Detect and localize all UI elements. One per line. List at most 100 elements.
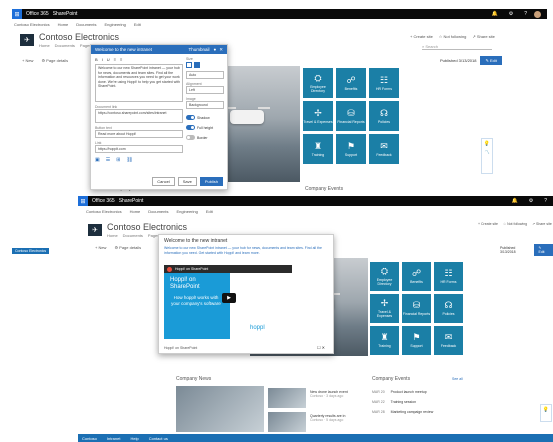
cancel-button[interactable]: Cancel <box>152 177 175 186</box>
quick-link-tile[interactable]: ☊ Policies <box>434 294 463 323</box>
subnav-item[interactable]: Home <box>130 209 141 214</box>
site-link[interactable]: Home <box>39 43 50 48</box>
brand-label[interactable]: Office 365 <box>26 11 49 17</box>
subnav-item[interactable]: Engineering <box>104 22 125 27</box>
quick-link-tile[interactable]: ✢ Travel & Expenses <box>370 294 399 323</box>
site-logo-icon[interactable]: ✈ <box>88 224 102 236</box>
image-icon[interactable]: ▣ <box>95 157 100 163</box>
create-site-button[interactable]: + Create site <box>410 34 433 39</box>
notifications-icon[interactable]: 🔔 <box>492 11 498 17</box>
publish-button[interactable]: Publish <box>199 177 223 186</box>
quick-link-tile[interactable]: ♜ Training <box>370 326 399 355</box>
quick-link-tile[interactable]: ✉ Feedback <box>434 326 463 355</box>
site-link[interactable]: Documents <box>123 233 143 238</box>
settings-icon[interactable]: ⚙ <box>509 11 513 17</box>
subnav-item[interactable]: Home <box>58 22 69 27</box>
full-height-toggle[interactable] <box>186 125 195 130</box>
link-field[interactable]: https://contoso.sharepoint.com/sites/int… <box>95 109 183 123</box>
new-button[interactable]: + New <box>22 58 33 63</box>
save-button[interactable]: Save <box>177 177 197 186</box>
quick-link-tile[interactable]: ✢ Travel & Expenses <box>303 101 333 131</box>
footer-link[interactable]: Intranet <box>107 436 121 441</box>
italic-button[interactable]: I <box>102 57 103 62</box>
product-label[interactable]: SharePoint <box>119 198 144 204</box>
share-site-button[interactable]: ↗ Share site <box>472 34 494 39</box>
news-item[interactable]: Quarterly results are in Contoso · 5 day… <box>310 414 360 422</box>
subnav-item[interactable]: Edit <box>134 22 141 27</box>
quick-link-tile[interactable]: ☍ Benefits <box>402 262 431 291</box>
page-details-button[interactable]: ⚙ Page details <box>41 58 68 63</box>
align-button[interactable]: ≡ <box>114 57 116 62</box>
app-launcher-icon[interactable]: ⊞ <box>78 196 88 206</box>
events-see-all-link[interactable]: See all <box>452 377 463 381</box>
news-thumb-image[interactable] <box>268 388 306 408</box>
site-link[interactable]: Documents <box>55 43 75 48</box>
event-item[interactable]: MAR 28 Marketing campaign review <box>372 410 433 414</box>
table-icon[interactable]: ⊞ <box>116 157 120 163</box>
notifications-icon[interactable]: 🔔 <box>512 198 518 204</box>
site-logo-icon[interactable]: ✈ <box>20 34 34 46</box>
help-icon[interactable]: ? <box>524 11 527 17</box>
quick-link-tile[interactable]: ✉ Feedback <box>369 134 399 164</box>
quick-link-tile[interactable]: ⚑ Support <box>402 326 431 355</box>
video-player[interactable]: Hoppl! on SharePoint Hoppl! on SharePoin… <box>164 265 292 339</box>
lightbulb-icon[interactable]: 💡 <box>543 407 549 413</box>
quick-link-tile[interactable]: ☷ HR Forms <box>434 262 463 291</box>
follow-button[interactable]: ☆ Not following <box>439 34 467 39</box>
list-icon[interactable]: ☰ <box>106 157 110 163</box>
quick-link-tile[interactable]: ☍ Benefits <box>336 68 366 98</box>
lightbulb-icon[interactable]: 💡 <box>484 141 490 147</box>
help-icon[interactable]: ? <box>544 198 547 204</box>
chart-icon[interactable]: 〽 <box>484 149 489 156</box>
quick-link-tile[interactable]: ☊ Policies <box>369 101 399 131</box>
popup-close-icon[interactable]: ☐ ✕ <box>317 345 325 350</box>
body-text-field[interactable]: Welcome to our new SharePoint intranet —… <box>95 64 183 102</box>
list-button[interactable]: ≡ <box>120 57 122 62</box>
edit-button[interactable]: ✎ Edit <box>480 56 502 65</box>
alignment-select[interactable]: Left <box>186 86 224 94</box>
panel-toggle-icon[interactable]: ● <box>214 47 217 52</box>
search-box[interactable]: ⌕ Search <box>422 44 492 50</box>
layout-option-icon[interactable] <box>186 62 192 68</box>
shadow-toggle[interactable] <box>186 115 195 120</box>
left-site-badge[interactable]: Contoso Electronics <box>12 248 50 254</box>
image-select[interactable]: Background <box>186 101 224 109</box>
subnav-item[interactable]: Edit <box>206 209 213 214</box>
quick-link-tile[interactable]: ☷ HR Forms <box>369 68 399 98</box>
layout-option-icon[interactable] <box>194 62 200 68</box>
footer-link[interactable]: Help <box>130 436 138 441</box>
quick-link-tile[interactable]: ⛭ Employee Directory <box>303 68 333 98</box>
follow-button[interactable]: ☆ Not following <box>503 222 527 226</box>
subnav-item[interactable]: Contoso Electronics <box>14 22 50 27</box>
share-site-button[interactable]: ↗ Share site <box>532 222 552 226</box>
page-details-button[interactable]: ⚙ Page details <box>114 245 141 250</box>
event-item[interactable]: MAR 20 Product launch meetup <box>372 390 433 394</box>
quick-link-tile[interactable]: ⚑ Support <box>336 134 366 164</box>
news-thumb-image[interactable] <box>268 412 306 432</box>
link-icon[interactable]: ⛓ <box>126 157 132 163</box>
footer-link[interactable]: Contact us <box>149 436 168 441</box>
settings-icon[interactable]: ⚙ <box>529 198 533 204</box>
brand-label[interactable]: Office 365 <box>92 198 115 204</box>
underline-button[interactable]: U <box>107 57 110 62</box>
subnav-item[interactable]: Engineering <box>176 209 197 214</box>
news-feature-image[interactable] <box>176 386 264 432</box>
subnav-item[interactable]: Documents <box>148 209 168 214</box>
play-icon[interactable]: ▶ <box>222 293 236 303</box>
quick-link-tile[interactable]: ⛁ Financial Reports <box>336 101 366 131</box>
event-item[interactable]: MAR 22 Training session <box>372 400 433 404</box>
site-title[interactable]: Contoso Electronics <box>107 222 187 232</box>
footer-link[interactable]: Contoso <box>82 436 97 441</box>
button-text-field[interactable]: Read more about Hoppl! <box>95 130 183 138</box>
url-field[interactable]: https://hopplt.com <box>95 145 183 153</box>
news-item[interactable]: New drone launch event Contoso · 3 days … <box>310 390 360 398</box>
product-label[interactable]: SharePoint <box>53 11 78 17</box>
edit-button[interactable]: ✎ Edit <box>533 244 553 256</box>
subnav-item[interactable]: Documents <box>76 22 96 27</box>
close-icon[interactable]: ✕ <box>219 47 223 53</box>
border-toggle[interactable] <box>186 135 195 140</box>
quick-link-tile[interactable]: ♜ Training <box>303 134 333 164</box>
new-button[interactable]: + New <box>95 245 106 250</box>
quick-link-tile[interactable]: ⛭ Employee Directory <box>370 262 399 291</box>
site-title[interactable]: Contoso Electronics <box>39 32 119 42</box>
